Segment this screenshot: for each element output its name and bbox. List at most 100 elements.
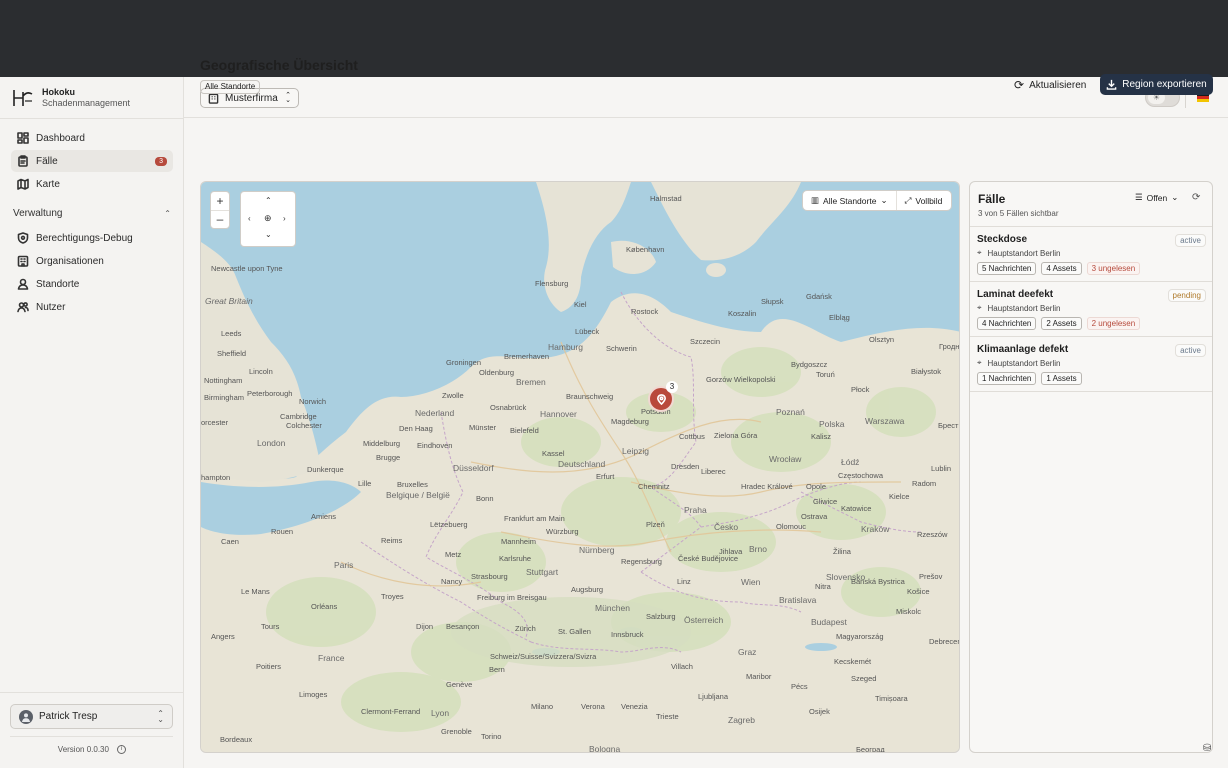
map-label: Freiburg im Breisgau (477, 593, 547, 602)
pan-down-icon[interactable]: ⌄ (265, 230, 272, 239)
organization-name: Musterfirma (225, 92, 278, 104)
case-item[interactable]: Laminat deefekt pending ⌖ Hauptstandort … (970, 282, 1212, 337)
sidebar-item-karte[interactable]: Karte (11, 173, 173, 195)
brand[interactable]: Hokoku Schadenmanagement (12, 87, 130, 108)
map-label: Österreich (684, 615, 724, 625)
map-label: Verona (581, 702, 605, 711)
map-label: Prešov (919, 572, 943, 581)
panel-title: Fälle (978, 192, 1006, 206)
case-location-label: Hauptstandort Berlin (987, 358, 1061, 368)
map-label: Zwolle (442, 391, 464, 400)
map-label: Debrecen (929, 637, 960, 646)
location-pin-icon: ⌖ (977, 248, 982, 257)
sidebar-item-standorte[interactable]: Standorte (11, 273, 173, 295)
map-label: Bruxelles (397, 480, 428, 489)
refresh-label: Aktualisieren (1029, 79, 1087, 91)
export-region-button[interactable]: Region exportieren (1100, 74, 1213, 95)
zoom-in-button[interactable]: + (211, 192, 229, 210)
map-label: Great Britain (205, 296, 253, 306)
map-label: Bielefeld (510, 426, 539, 435)
case-location-label: Hauptstandort Berlin (987, 303, 1061, 313)
map-label: Villach (671, 662, 693, 671)
window-top-bar (0, 0, 1228, 77)
map-label: Kecskemét (834, 657, 872, 666)
location-filter-dropdown[interactable]: ▥ Alle Standorte ⌄ (803, 191, 897, 210)
zoom-out-button[interactable]: – (211, 209, 229, 229)
location-filter-label: Alle Standorte (823, 195, 877, 206)
reload-icon[interactable]: ⟳ (1192, 192, 1200, 203)
map-label: München (595, 603, 630, 613)
map-icon: ▥ (811, 195, 820, 205)
map-icon (17, 178, 29, 190)
pan-right-icon[interactable]: › (283, 214, 286, 223)
map-label: Nottingham (204, 376, 243, 385)
map-label: København (626, 245, 665, 254)
map-label: Lëtzebuerg (430, 520, 468, 529)
map-label: Wien (741, 577, 761, 587)
map-label: Caen (221, 537, 239, 546)
sidebar-item-organisationen[interactable]: Organisationen (11, 250, 173, 272)
map-label: Belgique / België (386, 490, 450, 500)
status-badge: active (1175, 344, 1206, 357)
case-location: ⌖ Hauptstandort Berlin (977, 358, 1060, 368)
map-label: Nancy (441, 577, 463, 586)
map-label: Lille (358, 479, 372, 488)
sidebar-item-berechtigungs-debug[interactable]: Berechtigungs-Debug (11, 227, 173, 249)
pan-left-icon[interactable]: ‹ (248, 214, 251, 223)
case-chips: 1 Nachrichten 1 Assets (977, 372, 1082, 385)
map-label: Budapest (811, 617, 847, 627)
map-label: Middelburg (363, 439, 401, 448)
messages-chip: 5 Nachrichten (977, 262, 1037, 275)
pan-up-icon[interactable]: ⌃ (265, 196, 272, 205)
map-view[interactable]: Halmstad København Great Britain Newcast… (200, 181, 960, 753)
info-icon[interactable]: i (117, 745, 127, 755)
map-label: Elbląg (829, 313, 850, 322)
map-label: Metz (445, 550, 462, 559)
case-title: Steckdose (977, 234, 1028, 245)
section-toggle-verwaltung[interactable]: Verwaltung ⌃ (13, 208, 171, 219)
case-item[interactable]: Klimaanlage defekt active ⌖ Hauptstandor… (970, 337, 1212, 392)
map-label: Norwich (299, 397, 327, 406)
map-label: Deutschland (558, 459, 606, 469)
user-menu-button[interactable]: Patrick Tresp ⌃ ⌄ (10, 704, 173, 729)
shield-icon (17, 232, 29, 244)
map-label: Paris (334, 560, 354, 570)
map-label: Frankfurt am Main (504, 514, 565, 523)
map-label: Plzeň (646, 520, 665, 529)
fullscreen-button[interactable]: ⤢ Vollbild (897, 195, 951, 206)
map-label: Osnabrück (490, 403, 527, 412)
map-label: Žilina (833, 547, 851, 556)
dashboard-icon (17, 132, 29, 144)
building-icon (208, 93, 219, 104)
messages-chip: 4 Nachrichten (977, 317, 1037, 330)
map-label: Kielce (889, 492, 910, 501)
map-label: Zielona Góra (714, 431, 758, 440)
map-label: České Budějovice (678, 554, 739, 563)
map-label: Erfurt (596, 472, 615, 481)
map-label: Poitiers (256, 662, 282, 671)
case-location: ⌖ Hauptstandort Berlin (977, 248, 1060, 258)
export-label: Region exportieren (1122, 79, 1207, 90)
map-label: Bern (489, 665, 505, 674)
map-label: London (257, 438, 286, 448)
status-filter-dropdown[interactable]: ☰ Offen ⌄ (1135, 192, 1178, 203)
map-label: Newcastle upon Tyne (211, 264, 283, 273)
sidebar-item-faelle[interactable]: Fälle 3 (11, 150, 173, 172)
map-label: Stuttgart (526, 567, 559, 577)
recenter-icon[interactable]: ⊕ (264, 213, 272, 224)
map-label: Cottbus (679, 432, 705, 441)
map-label: Wrocław (769, 454, 802, 464)
sidebar-item-label: Nutzer (36, 301, 66, 313)
status-filter-label: Offen (1146, 192, 1168, 203)
map-label: Trieste (656, 712, 679, 721)
refresh-button[interactable]: ⟳ Aktualisieren (1014, 75, 1086, 95)
map-label: Bremen (516, 377, 546, 387)
case-title: Klimaanlage defekt (977, 344, 1069, 355)
sidebar-item-nutzer[interactable]: Nutzer (11, 296, 173, 318)
map-label: Schweiz/Suisse/Svizzera/Svizra (490, 652, 597, 661)
database-icon[interactable]: ⛁ (1203, 743, 1211, 754)
sidebar-item-dashboard[interactable]: Dashboard (11, 127, 173, 149)
user-icon (22, 712, 30, 722)
map-label: hampton (201, 473, 231, 482)
case-item[interactable]: Steckdose active ⌖ Hauptstandort Berlin … (970, 227, 1212, 282)
